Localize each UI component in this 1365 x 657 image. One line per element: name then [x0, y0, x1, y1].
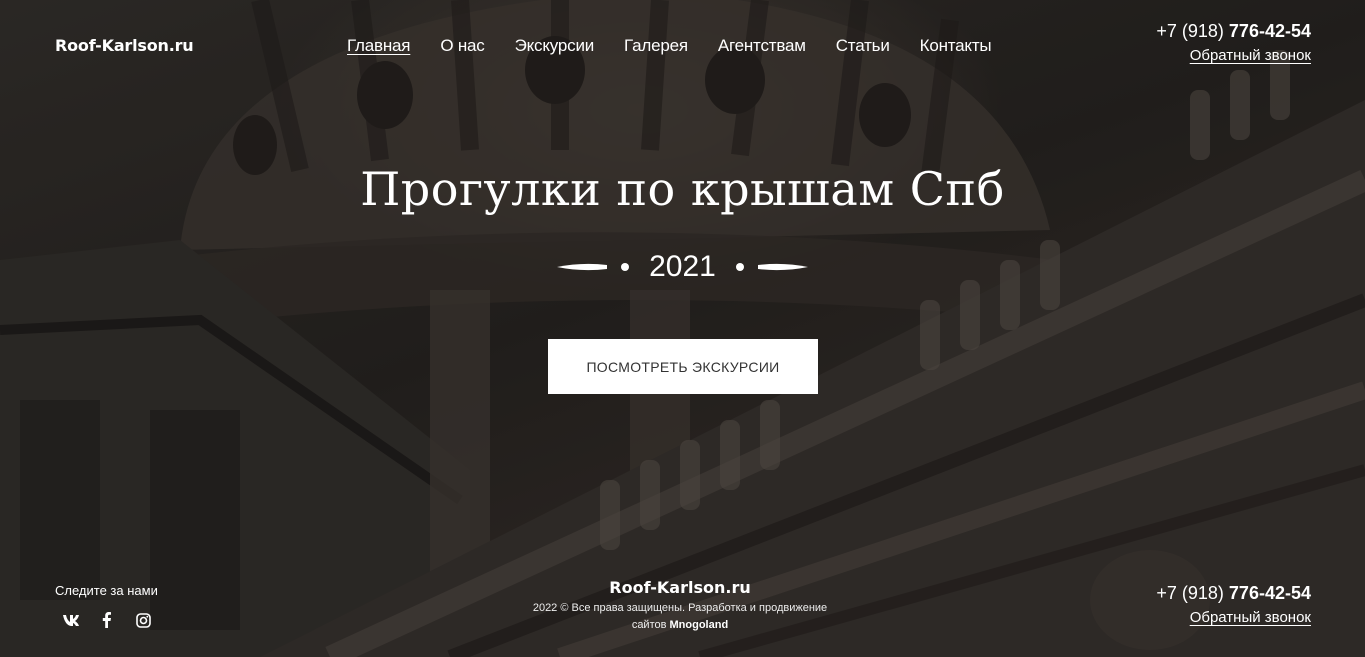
- footer-center: Roof-Karlson.ru 2022 © Все права защищен…: [520, 578, 840, 634]
- header-contact: +7 (918) 776-42-54 Обратный звонок: [1156, 21, 1311, 65]
- follow-us-label: Следите за нами: [55, 583, 158, 598]
- phone-number: 776-42-54: [1228, 583, 1311, 603]
- copyright: 2022 © Все права защищены. Разработка и …: [520, 600, 840, 634]
- phone-number: 776-42-54: [1228, 21, 1311, 41]
- phone-code: +7 (918): [1156, 583, 1224, 603]
- left-ornament-icon: [557, 263, 608, 271]
- footer-phone[interactable]: +7 (918) 776-42-54: [1156, 583, 1311, 604]
- site-logo[interactable]: Roof-Karlson.ru: [55, 36, 194, 55]
- social-links: [62, 611, 152, 629]
- hero-title: Прогулки по крышам Спб: [360, 162, 1005, 216]
- nav-item-contacts[interactable]: Контакты: [920, 36, 992, 56]
- dot-icon: [735, 263, 744, 271]
- right-ornament-icon: [757, 263, 808, 271]
- vk-icon[interactable]: [62, 611, 80, 629]
- nav-item-about[interactable]: О нас: [440, 36, 484, 56]
- footer-callback-link[interactable]: Обратный звонок: [1190, 609, 1311, 626]
- hero-year-row: 2021: [0, 250, 1365, 284]
- nav-item-excursions[interactable]: Экскурсии: [515, 36, 595, 56]
- callback-link[interactable]: Обратный звонок: [1190, 47, 1311, 64]
- header-phone[interactable]: +7 (918) 776-42-54: [1156, 21, 1311, 42]
- footer-contact: +7 (918) 776-42-54 Обратный звонок: [1156, 583, 1311, 627]
- hero-background-image: [0, 0, 1365, 657]
- view-excursions-button[interactable]: ПОСМОТРЕТЬ ЭКСКУРСИИ: [548, 339, 818, 394]
- developer-link[interactable]: Mnogoland: [670, 619, 729, 631]
- nav-item-gallery[interactable]: Галерея: [624, 36, 688, 56]
- main-nav: Главная О нас Экскурсии Галерея Агентств…: [347, 36, 1021, 56]
- facebook-icon[interactable]: [98, 611, 116, 629]
- phone-code: +7 (918): [1156, 21, 1224, 41]
- nav-item-articles[interactable]: Статьи: [836, 36, 890, 56]
- hero-year: 2021: [649, 250, 716, 283]
- instagram-icon[interactable]: [134, 611, 152, 629]
- nav-item-agencies[interactable]: Агентствам: [718, 36, 806, 56]
- dot-icon: [621, 263, 630, 271]
- footer-logo[interactable]: Roof-Karlson.ru: [520, 578, 840, 597]
- nav-item-home[interactable]: Главная: [347, 36, 411, 56]
